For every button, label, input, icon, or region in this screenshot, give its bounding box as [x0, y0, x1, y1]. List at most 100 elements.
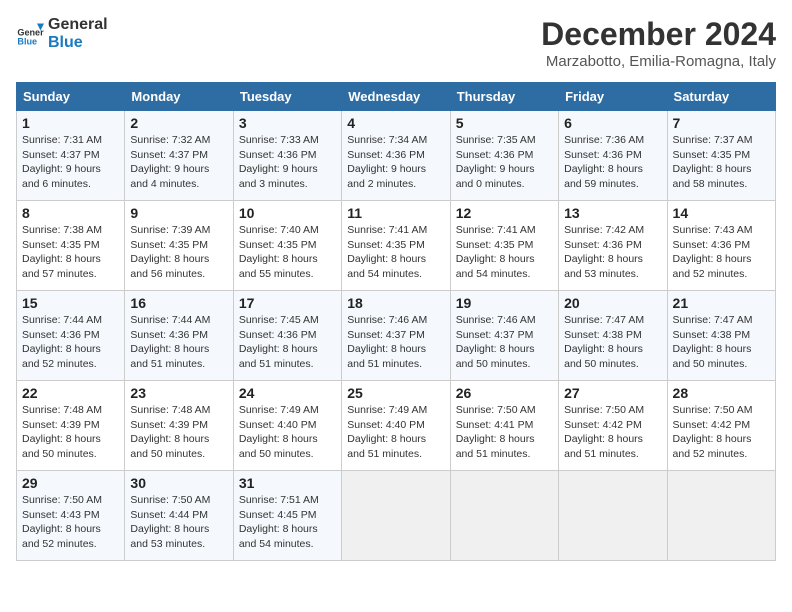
header: General Blue General Blue December 2024 …	[16, 16, 776, 70]
calendar-cell: 8 Sunrise: 7:38 AMSunset: 4:35 PMDaylight…	[17, 201, 125, 291]
day-number: 16	[130, 295, 227, 311]
day-number: 2	[130, 115, 227, 131]
calendar-cell: 27 Sunrise: 7:50 AMSunset: 4:42 PMDayligh…	[559, 381, 667, 471]
calendar-cell	[667, 471, 775, 561]
day-info: Sunrise: 7:47 AMSunset: 4:38 PMDaylight:…	[564, 313, 661, 372]
day-number: 12	[456, 205, 553, 221]
calendar-cell: 3 Sunrise: 7:33 AMSunset: 4:36 PMDaylight…	[233, 111, 341, 201]
calendar-cell: 26Sunrise: 7:50 AMSunset: 4:41 PMDayligh…	[450, 381, 558, 471]
day-info: Sunrise: 7:40 AMSunset: 4:35 PMDaylight:…	[239, 223, 336, 282]
calendar-cell: 24 Sunrise: 7:49 AMSunset: 4:40 PMDayligh…	[233, 381, 341, 471]
day-info: Sunrise: 7:41 AMSunset: 4:35 PMDaylight:…	[456, 223, 553, 282]
calendar-cell: 19 Sunrise: 7:46 AMSunset: 4:37 PMDayligh…	[450, 291, 558, 381]
day-info: Sunrise: 7:33 AMSunset: 4:36 PMDaylight:…	[239, 133, 336, 192]
calendar-cell: 4 Sunrise: 7:34 AMSunset: 4:36 PMDaylight…	[342, 111, 450, 201]
calendar-week-row: 8 Sunrise: 7:38 AMSunset: 4:35 PMDaylight…	[17, 201, 776, 291]
day-number: 26	[456, 385, 553, 401]
weekday-header-saturday: Saturday	[667, 83, 775, 111]
weekday-header-friday: Friday	[559, 83, 667, 111]
day-number: 29	[22, 475, 119, 491]
calendar-cell: 28Sunrise: 7:50 AMSunset: 4:42 PMDayligh…	[667, 381, 775, 471]
day-number: 25	[347, 385, 444, 401]
day-number: 3	[239, 115, 336, 131]
day-number: 22	[22, 385, 119, 401]
calendar-cell: 6 Sunrise: 7:36 AMSunset: 4:36 PMDaylight…	[559, 111, 667, 201]
day-info: Sunrise: 7:50 AMSunset: 4:44 PMDaylight:…	[130, 493, 227, 552]
svg-text:Blue: Blue	[17, 36, 37, 46]
calendar-cell: 9 Sunrise: 7:39 AMSunset: 4:35 PMDaylight…	[125, 201, 233, 291]
calendar-cell: 7Sunrise: 7:37 AMSunset: 4:35 PMDaylight…	[667, 111, 775, 201]
day-info: Sunrise: 7:50 AMSunset: 4:43 PMDaylight:…	[22, 493, 119, 552]
day-info: Sunrise: 7:43 AMSunset: 4:36 PMDaylight:…	[673, 223, 770, 282]
day-info: Sunrise: 7:34 AMSunset: 4:36 PMDaylight:…	[347, 133, 444, 192]
day-info: Sunrise: 7:45 AMSunset: 4:36 PMDaylight:…	[239, 313, 336, 372]
day-info: Sunrise: 7:32 AMSunset: 4:37 PMDaylight:…	[130, 133, 227, 192]
day-info: Sunrise: 7:44 AMSunset: 4:36 PMDaylight:…	[22, 313, 119, 372]
day-number: 28	[673, 385, 770, 401]
calendar-table: SundayMondayTuesdayWednesdayThursdayFrid…	[16, 82, 776, 561]
day-info: Sunrise: 7:47 AMSunset: 4:38 PMDaylight:…	[673, 313, 770, 372]
calendar-cell: 10Sunrise: 7:40 AMSunset: 4:35 PMDayligh…	[233, 201, 341, 291]
day-info: Sunrise: 7:36 AMSunset: 4:36 PMDaylight:…	[564, 133, 661, 192]
weekday-header-wednesday: Wednesday	[342, 83, 450, 111]
calendar-cell: 20 Sunrise: 7:47 AMSunset: 4:38 PMDayligh…	[559, 291, 667, 381]
day-info: Sunrise: 7:44 AMSunset: 4:36 PMDaylight:…	[130, 313, 227, 372]
calendar-cell: 2 Sunrise: 7:32 AMSunset: 4:37 PMDaylight…	[125, 111, 233, 201]
day-number: 13	[564, 205, 661, 221]
calendar-cell: 1Sunrise: 7:31 AMSunset: 4:37 PMDaylight…	[17, 111, 125, 201]
calendar-cell: 23 Sunrise: 7:48 AMSunset: 4:39 PMDayligh…	[125, 381, 233, 471]
day-info: Sunrise: 7:39 AMSunset: 4:35 PMDaylight:…	[130, 223, 227, 282]
calendar-cell: 18Sunrise: 7:46 AMSunset: 4:37 PMDayligh…	[342, 291, 450, 381]
day-info: Sunrise: 7:50 AMSunset: 4:42 PMDaylight:…	[564, 403, 661, 462]
day-number: 30	[130, 475, 227, 491]
calendar-cell: 17 Sunrise: 7:45 AMSunset: 4:36 PMDayligh…	[233, 291, 341, 381]
day-number: 20	[564, 295, 661, 311]
logo-icon: General Blue	[16, 20, 44, 48]
calendar-cell: 15 Sunrise: 7:44 AMSunset: 4:36 PMDayligh…	[17, 291, 125, 381]
day-info: Sunrise: 7:48 AMSunset: 4:39 PMDaylight:…	[130, 403, 227, 462]
day-info: Sunrise: 7:48 AMSunset: 4:39 PMDaylight:…	[22, 403, 119, 462]
calendar-week-row: 22 Sunrise: 7:48 AMSunset: 4:39 PMDayligh…	[17, 381, 776, 471]
day-number: 21	[673, 295, 770, 311]
day-number: 9	[130, 205, 227, 221]
day-number: 24	[239, 385, 336, 401]
day-number: 15	[22, 295, 119, 311]
calendar-week-row: 15 Sunrise: 7:44 AMSunset: 4:36 PMDayligh…	[17, 291, 776, 381]
day-number: 14	[673, 205, 770, 221]
weekday-header-monday: Monday	[125, 83, 233, 111]
day-number: 23	[130, 385, 227, 401]
calendar-week-row: 29 Sunrise: 7:50 AMSunset: 4:43 PMDayligh…	[17, 471, 776, 561]
day-number: 27	[564, 385, 661, 401]
calendar-cell	[559, 471, 667, 561]
weekday-header-row: SundayMondayTuesdayWednesdayThursdayFrid…	[17, 83, 776, 111]
calendar-cell	[342, 471, 450, 561]
calendar-cell: 5Sunrise: 7:35 AMSunset: 4:36 PMDaylight…	[450, 111, 558, 201]
day-info: Sunrise: 7:46 AMSunset: 4:37 PMDaylight:…	[456, 313, 553, 372]
day-number: 5	[456, 115, 553, 131]
day-number: 17	[239, 295, 336, 311]
day-number: 18	[347, 295, 444, 311]
calendar-cell: 12 Sunrise: 7:41 AMSunset: 4:35 PMDayligh…	[450, 201, 558, 291]
day-info: Sunrise: 7:51 AMSunset: 4:45 PMDaylight:…	[239, 493, 336, 552]
day-info: Sunrise: 7:49 AMSunset: 4:40 PMDaylight:…	[239, 403, 336, 462]
logo-text: General	[48, 16, 108, 34]
day-number: 6	[564, 115, 661, 131]
day-number: 19	[456, 295, 553, 311]
calendar-cell: 14 Sunrise: 7:43 AMSunset: 4:36 PMDayligh…	[667, 201, 775, 291]
day-info: Sunrise: 7:31 AMSunset: 4:37 PMDaylight:…	[22, 133, 119, 192]
day-number: 4	[347, 115, 444, 131]
day-number: 31	[239, 475, 336, 491]
weekday-header-sunday: Sunday	[17, 83, 125, 111]
day-number: 8	[22, 205, 119, 221]
day-info: Sunrise: 7:38 AMSunset: 4:35 PMDaylight:…	[22, 223, 119, 282]
location-subtitle: Marzabotto, Emilia-Romagna, Italy	[541, 53, 776, 70]
day-info: Sunrise: 7:41 AMSunset: 4:35 PMDaylight:…	[347, 223, 444, 282]
month-title: December 2024	[541, 16, 776, 53]
title-block: December 2024 Marzabotto, Emilia-Romagna…	[541, 16, 776, 70]
calendar-cell: 25Sunrise: 7:49 AMSunset: 4:40 PMDayligh…	[342, 381, 450, 471]
calendar-cell: 31 Sunrise: 7:51 AMSunset: 4:45 PMDayligh…	[233, 471, 341, 561]
day-info: Sunrise: 7:42 AMSunset: 4:36 PMDaylight:…	[564, 223, 661, 282]
logo: General Blue General Blue	[16, 16, 108, 51]
day-info: Sunrise: 7:37 AMSunset: 4:35 PMDaylight:…	[673, 133, 770, 192]
weekday-header-thursday: Thursday	[450, 83, 558, 111]
